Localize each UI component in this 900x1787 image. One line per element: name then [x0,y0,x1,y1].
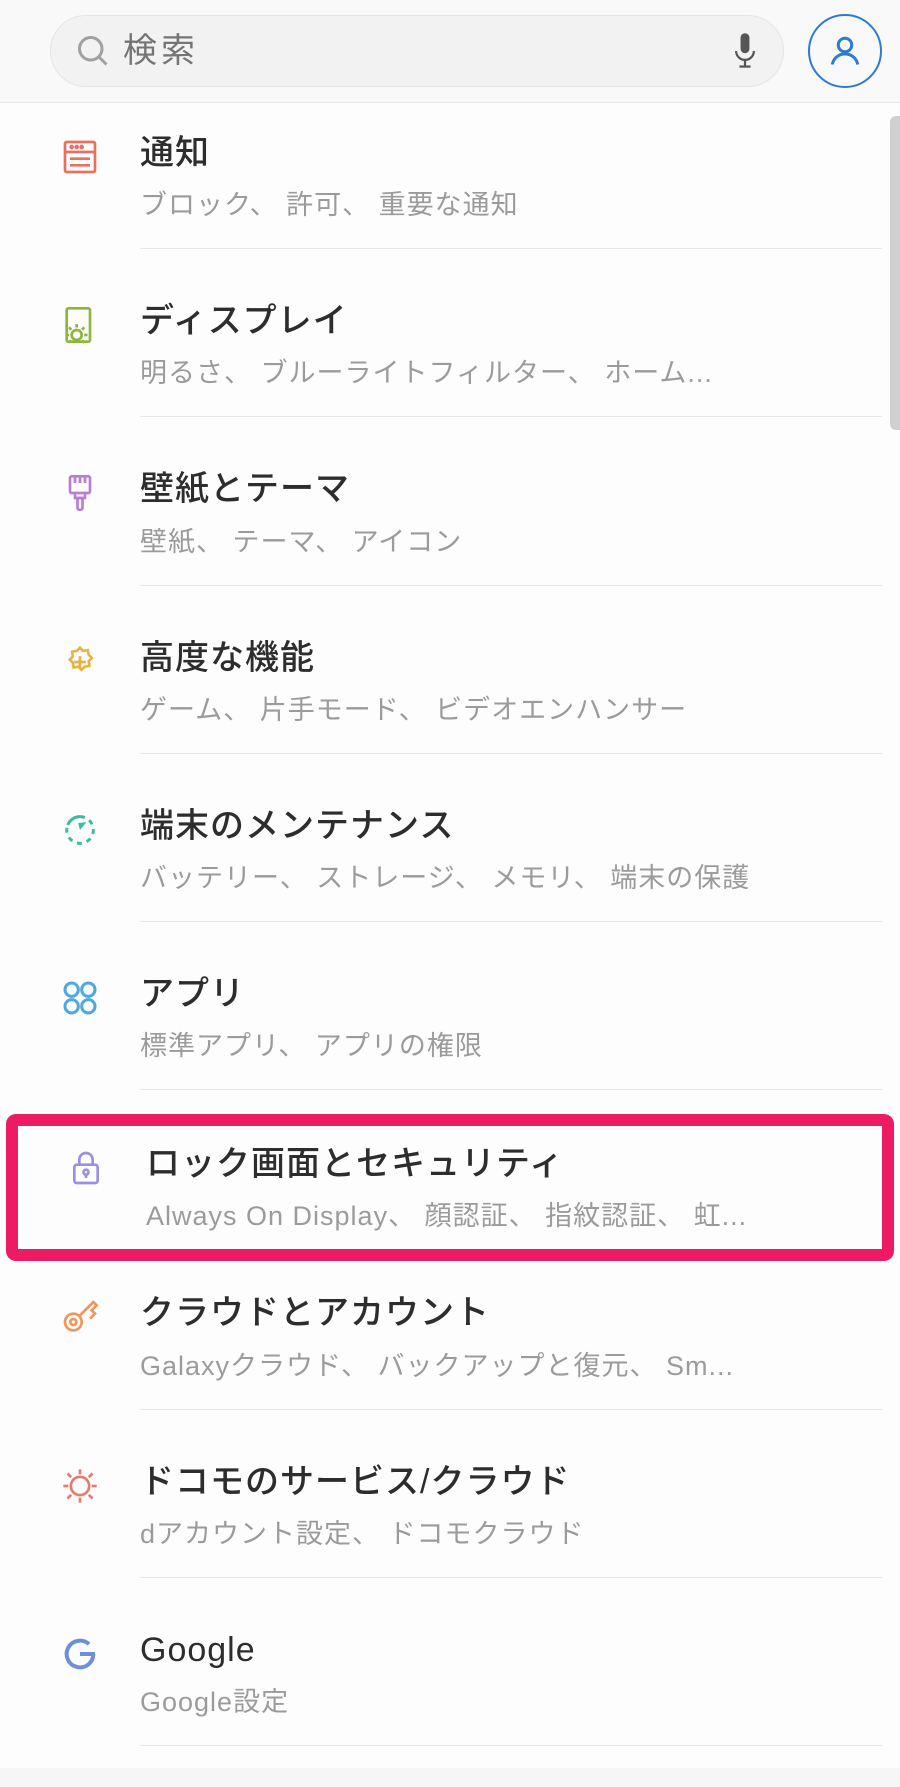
apps-icon [60,978,100,1018]
setting-title: アプリ [140,972,872,1016]
setting-title: ロック画面とセキュリティ [146,1142,866,1186]
search-input[interactable] [123,32,731,71]
notifications-icon [60,137,100,177]
key-icon [60,1297,100,1337]
setting-subtitle: 明るさ、 ブルーライトフィルター、 ホーム... [140,351,872,390]
settings-item-docomo[interactable]: ドコモのサービス/クラウド dアカウント設定、 ドコモクラウド [0,1432,900,1600]
setting-title: ディスプレイ [140,299,872,343]
setting-subtitle: Always On Display、 顔認証、 指紋認証、 虹... [146,1194,866,1233]
search-field[interactable] [50,15,784,87]
setting-title: 高度な機能 [140,636,872,680]
setting-title: 通知 [140,131,872,175]
display-icon [60,305,100,345]
sun-icon [60,1466,100,1506]
setting-subtitle: 壁紙、 テーマ、 アイコン [140,520,872,559]
setting-subtitle: 標準アプリ、 アプリの権限 [140,1024,872,1063]
search-icon [75,33,111,69]
settings-item-wallpaper[interactable]: 壁紙とテーマ壁紙、 テーマ、 アイコン [0,439,900,607]
setting-subtitle: Google設定 [140,1680,872,1719]
advanced-features-icon [60,642,100,682]
setting-subtitle: バッテリー、 ストレージ、 メモリ、 端末の保護 [140,856,872,895]
settings-item-display[interactable]: ディスプレイ明るさ、 ブルーライトフィルター、 ホーム... [0,271,900,439]
setting-title: ドコモのサービス/クラウド [140,1460,872,1504]
settings-item-google[interactable]: Google Google設定 [0,1600,900,1768]
settings-item-lockscreen[interactable]: ロック画面とセキュリティ Always On Display、 顔認証、 指紋認証… [6,1114,894,1261]
setting-title: Google [140,1628,872,1672]
settings-screen: 通知ブロック、 許可、 重要な通知 ディスプレイ明るさ、 ブルーライトフィルター… [0,0,900,1768]
settings-item-apps[interactable]: アプリ標準アプリ、 アプリの権限 [0,944,900,1112]
setting-subtitle: ブロック、 許可、 重要な通知 [140,183,872,222]
setting-subtitle: dアカウント設定、 ドコモクラウド [140,1512,872,1551]
setting-title: クラウドとアカウント [140,1291,872,1335]
brush-icon [60,473,100,513]
setting-title: 壁紙とテーマ [140,467,872,511]
setting-title: 端末のメンテナンス [140,804,872,848]
lock-icon [66,1148,106,1188]
settings-item-advanced[interactable]: 高度な機能ゲーム、 片手モード、 ビデオエンハンサー [0,608,900,776]
setting-subtitle: ゲーム、 片手モード、 ビデオエンハンサー [140,688,872,727]
maintenance-icon [60,810,100,850]
settings-item-cloud[interactable]: クラウドとアカウント Galaxyクラウド、 バックアップと復元、 Sm... [0,1263,900,1431]
voice-search-icon[interactable] [731,31,759,71]
account-button[interactable] [808,14,882,88]
google-icon [60,1634,100,1674]
scrollbar-thumb[interactable] [890,116,900,430]
search-header [0,0,900,103]
settings-item-maintenance[interactable]: 端末のメンテナンスバッテリー、 ストレージ、 メモリ、 端末の保護 [0,776,900,944]
person-icon [827,33,863,69]
settings-item-notifications[interactable]: 通知ブロック、 許可、 重要な通知 [0,103,900,271]
setting-subtitle: Galaxyクラウド、 バックアップと復元、 Sm... [140,1344,872,1383]
settings-list: 通知ブロック、 許可、 重要な通知 ディスプレイ明るさ、 ブルーライトフィルター… [0,103,900,1768]
